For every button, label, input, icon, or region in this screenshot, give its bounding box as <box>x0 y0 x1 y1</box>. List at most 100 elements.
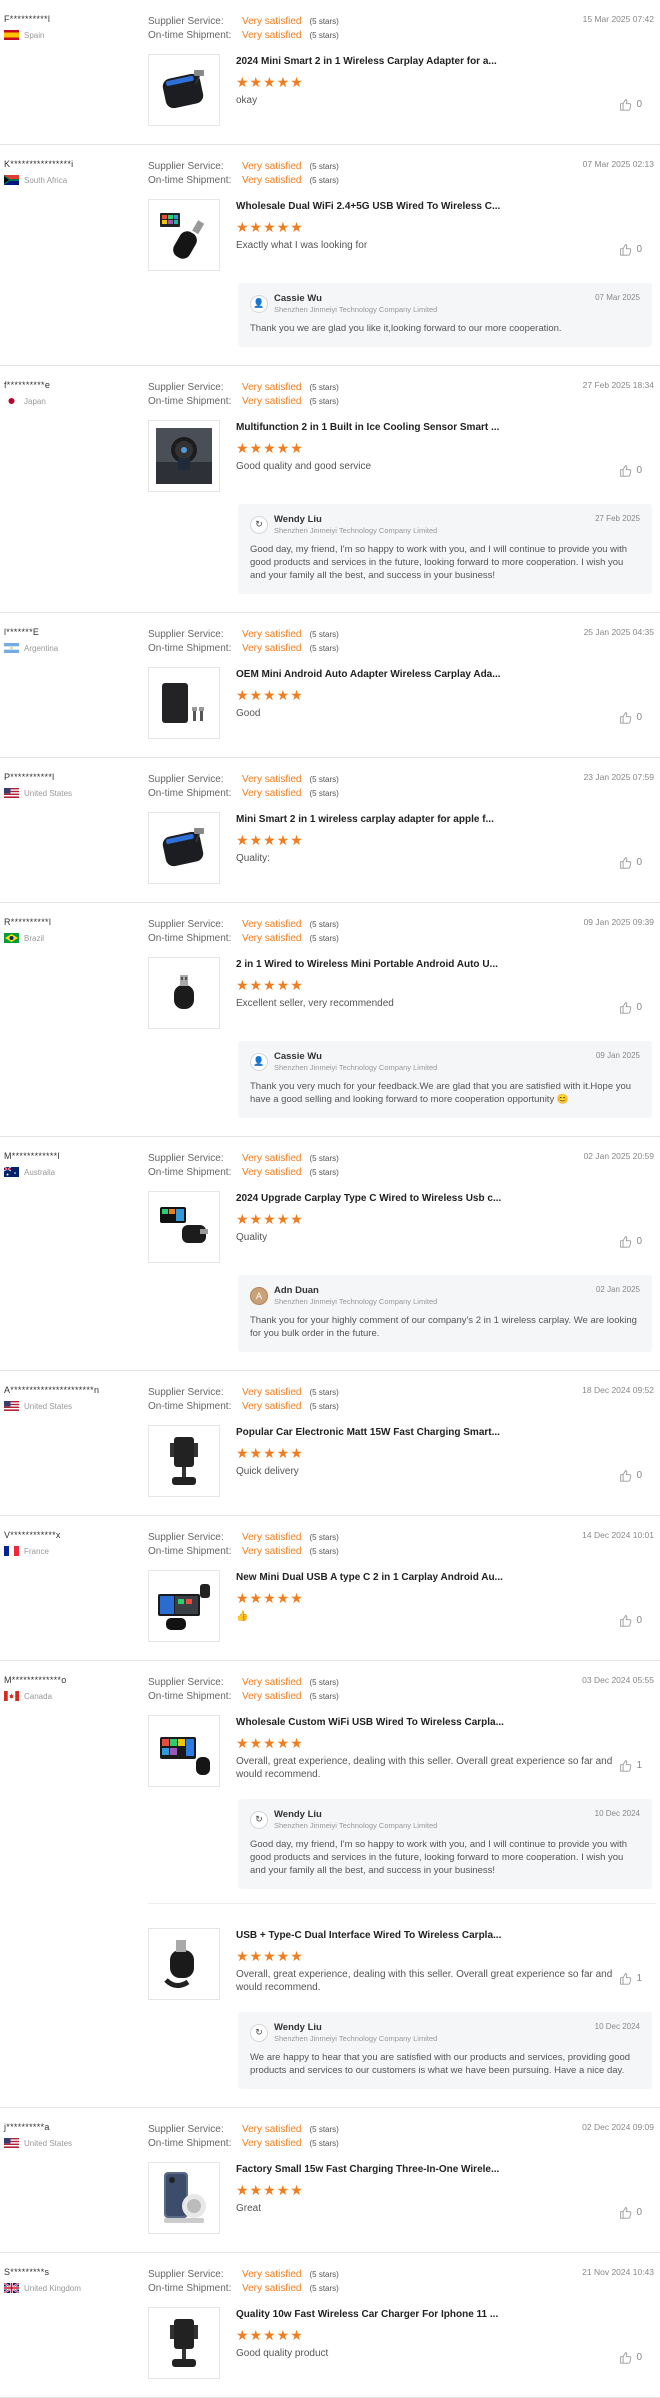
product-thumbnail[interactable] <box>148 1570 220 1642</box>
on-time-shipment-label: On-time Shipment: <box>148 2282 232 2294</box>
rating-meta: Supplier Service: Very satisfied (5 star… <box>148 380 656 408</box>
reply-company: Shenzhen Jinmeiyi Technology Company Lim… <box>274 1297 438 1306</box>
reply-text: Good day, my friend, I'm so happy to wor… <box>250 544 628 581</box>
buyer-country: Spain <box>4 30 144 40</box>
review-item: M*************o Canada Supplier Service:… <box>0 1661 660 2108</box>
product-thumbnail[interactable] <box>148 812 220 884</box>
product-thumbnail[interactable] <box>148 2162 220 2234</box>
rating-meta: Supplier Service: Very satisfied (5 star… <box>148 2122 656 2150</box>
like-button[interactable]: 0 <box>619 1469 642 1482</box>
review-text: Excellent seller, very recommended <box>236 998 394 1009</box>
thumbs-up-icon <box>620 712 632 724</box>
like-button[interactable]: 0 <box>619 243 642 256</box>
thumbs-up-icon <box>620 1470 632 1482</box>
review-rating-stars: ★★★★★ <box>236 832 304 848</box>
supplier-reply: ↻ Wendy Liu Shenzhen Jinmeiyi Technology… <box>238 504 652 594</box>
supplier-service-label: Supplier Service: <box>148 1676 224 1688</box>
product-title-link[interactable]: Mini Smart 2 in 1 wireless carplay adapt… <box>236 814 616 825</box>
reply-date: 10 Dec 2024 <box>594 2022 640 2031</box>
product-thumbnail[interactable] <box>148 1191 220 1263</box>
review-rating-stars: ★★★★★ <box>236 1590 304 1606</box>
product-title-link[interactable]: USB + Type-C Dual Interface Wired To Wir… <box>236 1930 616 1941</box>
on-time-shipment-stars: (5 stars) <box>309 175 339 185</box>
buyer-info: j**********a United States <box>4 2122 144 2148</box>
product-thumbnail[interactable] <box>148 957 220 1029</box>
product-title-link[interactable]: Wholesale Dual WiFi 2.4+5G USB Wired To … <box>236 201 616 212</box>
reply-text: We are happy to hear that you are satisf… <box>250 2052 631 2076</box>
country-flag-icon <box>4 1546 19 1556</box>
country-flag-icon <box>4 1691 19 1701</box>
reply-avatar: ↻ <box>250 2023 268 2042</box>
review-item: j**********a United States Supplier Serv… <box>0 2108 660 2253</box>
buyer-info: P***********l United States <box>4 772 144 798</box>
like-button[interactable]: 1 <box>619 1759 642 1772</box>
reply-company: Shenzhen Jinmeiyi Technology Company Lim… <box>274 2034 438 2043</box>
country-flag-icon <box>4 396 19 406</box>
product-thumbnail[interactable] <box>148 667 220 739</box>
product-thumbnail[interactable] <box>148 420 220 492</box>
on-time-shipment-value: Very satisfied <box>242 395 302 407</box>
on-time-shipment-label: On-time Shipment: <box>148 29 232 41</box>
like-button[interactable]: 0 <box>619 856 642 869</box>
like-button[interactable]: 0 <box>619 1614 642 1627</box>
reviewed-product: Wholesale Dual WiFi 2.4+5G USB Wired To … <box>148 199 656 271</box>
country-flag-icon <box>4 1401 19 1411</box>
product-thumbnail[interactable] <box>148 1425 220 1497</box>
like-button[interactable]: 0 <box>619 1235 642 1248</box>
like-count: 1 <box>636 1973 642 1984</box>
product-title-link[interactable]: 2024 Upgrade Carplay Type C Wired to Wir… <box>236 1193 616 1204</box>
product-thumbnail[interactable] <box>148 1928 220 2000</box>
like-count: 1 <box>636 1760 642 1771</box>
reply-date: 09 Jan 2025 <box>595 1051 640 1060</box>
product-title-link[interactable]: Multifunction 2 in 1 Built in Ice Coolin… <box>236 422 616 433</box>
reply-company: Shenzhen Jinmeiyi Technology Company Lim… <box>274 1821 438 1830</box>
product-title-link[interactable]: New Mini Dual USB A type C 2 in 1 Carpla… <box>236 1572 616 1583</box>
country-name: Canada <box>24 1691 53 1701</box>
review-item: M************l Australia Supplier Servic… <box>0 1137 660 1371</box>
like-button[interactable]: 0 <box>619 711 642 724</box>
product-title-link[interactable]: Quality 10w Fast Wireless Car Charger Fo… <box>236 2309 616 2320</box>
review-item: S*********s United Kingdom Supplier Serv… <box>0 2253 660 2398</box>
country-name: Japan <box>24 396 46 406</box>
country-name: Brazil <box>24 933 45 943</box>
like-button[interactable]: 1 <box>619 1972 642 1985</box>
rating-meta: Supplier Service: Very satisfied (5 star… <box>148 1151 656 1179</box>
supplier-service-label: Supplier Service: <box>148 2268 224 2280</box>
product-title-link[interactable]: OEM Mini Android Auto Adapter Wireless C… <box>236 669 616 680</box>
reply-author-name: Wendy Liu <box>274 1809 322 1820</box>
supplier-service-label: Supplier Service: <box>148 918 224 930</box>
product-thumbnail[interactable] <box>148 1715 220 1787</box>
rating-meta: Supplier Service: Very satisfied (5 star… <box>148 1675 656 1703</box>
rating-meta: Supplier Service: Very satisfied (5 star… <box>148 627 656 655</box>
product-thumbnail[interactable] <box>148 199 220 271</box>
supplier-service-label: Supplier Service: <box>148 15 224 27</box>
product-title-link[interactable]: 2024 Mini Smart 2 in 1 Wireless Carplay … <box>236 56 616 67</box>
product-thumbnail[interactable] <box>148 54 220 126</box>
reply-date: 10 Dec 2024 <box>594 1809 640 1818</box>
on-time-shipment-label: On-time Shipment: <box>148 932 232 944</box>
on-time-shipment-stars: (5 stars) <box>309 396 339 406</box>
like-button[interactable]: 0 <box>619 2351 642 2364</box>
buyer-country: South Africa <box>4 175 144 185</box>
on-time-shipment-value: Very satisfied <box>242 1400 302 1412</box>
product-title-link[interactable]: Factory Small 15w Fast Charging Three-In… <box>236 2164 616 2175</box>
on-time-shipment-stars: (5 stars) <box>309 1167 339 1177</box>
buyer-name: l*******E <box>4 627 40 637</box>
product-thumbnail[interactable] <box>148 2307 220 2379</box>
buyer-name: F**********l <box>4 14 51 24</box>
like-button[interactable]: 0 <box>619 2206 642 2219</box>
like-button[interactable]: 0 <box>619 1001 642 1014</box>
like-button[interactable]: 0 <box>619 464 642 477</box>
product-title-link[interactable]: 2 in 1 Wired to Wireless Mini Portable A… <box>236 959 616 970</box>
product-title-link[interactable]: Wholesale Custom WiFi USB Wired To Wirel… <box>236 1717 616 1728</box>
supplier-service-value: Very satisfied <box>242 2268 302 2280</box>
reply-text: Thank you very much for your feedback.We… <box>250 1081 632 1105</box>
review-text: okay <box>236 95 258 106</box>
product-title-link[interactable]: Popular Car Electronic Matt 15W Fast Cha… <box>236 1427 616 1438</box>
country-flag-icon <box>3 1166 19 1177</box>
thumbs-up-icon <box>620 1615 632 1627</box>
like-button[interactable]: 0 <box>619 98 642 111</box>
like-count: 0 <box>636 712 642 723</box>
country-name: Argentina <box>24 643 59 653</box>
country-name: France <box>24 1546 49 1556</box>
